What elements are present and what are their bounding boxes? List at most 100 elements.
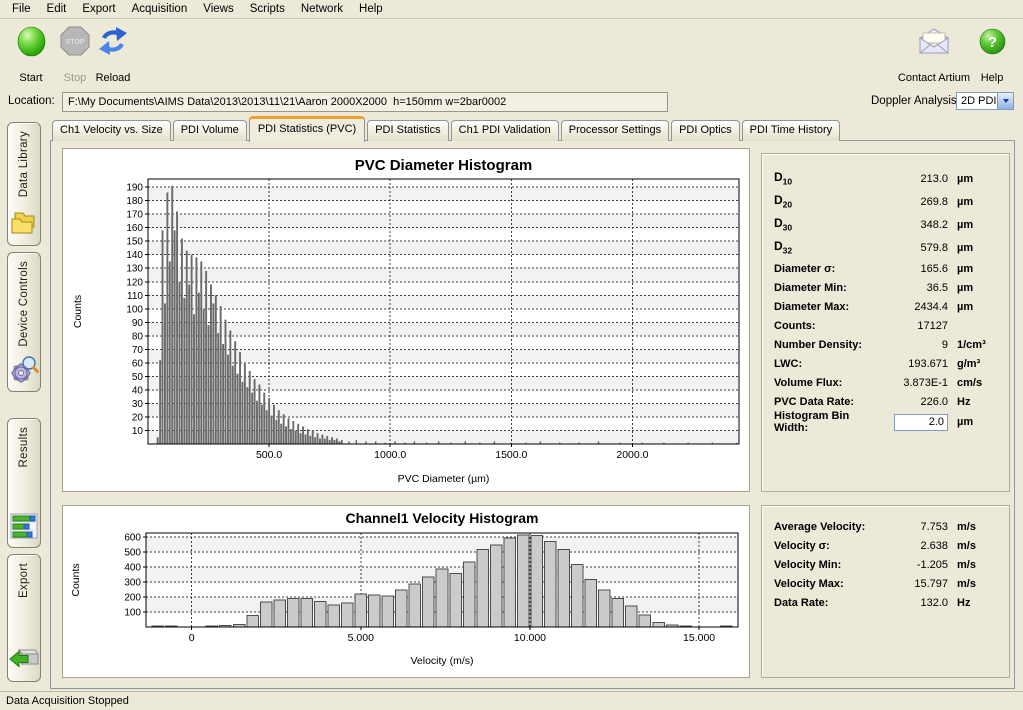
svg-text:STOP: STOP bbox=[66, 39, 85, 46]
pvc-stat-row: Diameter σ:165.6µm bbox=[774, 259, 997, 278]
doppler-analysis-label: Doppler Analysis: bbox=[871, 95, 960, 107]
svg-text:120: 120 bbox=[126, 277, 143, 288]
help-button[interactable]: ?Help bbox=[972, 24, 1012, 84]
chevron-down-icon[interactable] bbox=[997, 93, 1013, 109]
svg-text:170: 170 bbox=[126, 210, 143, 221]
sidebar-item-data-library[interactable]: Data Library bbox=[7, 122, 41, 246]
svg-text:20: 20 bbox=[132, 412, 144, 423]
menu-acquisition[interactable]: Acquisition bbox=[124, 1, 196, 17]
menu-export[interactable]: Export bbox=[74, 1, 123, 17]
tab-pdi-statistics[interactable]: PDI Statistics bbox=[367, 120, 448, 141]
pvc-stat-row: Diameter Max:2434.4µm bbox=[774, 297, 997, 316]
svg-text:30: 30 bbox=[132, 399, 144, 410]
svg-text:5.000: 5.000 bbox=[348, 632, 374, 644]
location-label: Location: bbox=[8, 95, 55, 107]
pvc-stat-row: PVC Data Rate:226.0Hz bbox=[774, 392, 997, 411]
svg-text:160: 160 bbox=[126, 223, 143, 234]
svg-text:150: 150 bbox=[126, 237, 143, 248]
svg-text:50: 50 bbox=[132, 372, 144, 383]
stop-icon: STOP bbox=[60, 24, 90, 58]
svg-text:Counts: Counts bbox=[70, 563, 82, 596]
svg-text:400: 400 bbox=[124, 562, 141, 573]
svg-text:190: 190 bbox=[126, 183, 143, 194]
status-text: Data Acquisition Stopped bbox=[6, 695, 129, 707]
pvc-statistics-panel: D10213.0µmD20269.8µmD30348.2µmD32579.8µm… bbox=[761, 153, 1010, 492]
svg-text:80: 80 bbox=[132, 331, 144, 342]
pvc-stat-row: D10213.0µm bbox=[774, 167, 997, 190]
start-button[interactable]: Start bbox=[8, 24, 54, 84]
pvc-stat-row: Histogram Bin Width:µm bbox=[774, 411, 997, 433]
svg-text:600: 600 bbox=[124, 532, 141, 543]
pvc-stat-row: D20269.8µm bbox=[774, 190, 997, 213]
pvc-stat-row: Counts:17127 bbox=[774, 316, 997, 335]
menu-help[interactable]: Help bbox=[351, 1, 391, 17]
reload-icon bbox=[97, 24, 129, 58]
histogram-bin-width-input[interactable] bbox=[894, 414, 948, 431]
svg-text:110: 110 bbox=[127, 291, 143, 302]
application-window: FileEditExportAcquisitionViewsScriptsNet… bbox=[0, 0, 1023, 710]
pvc-stat-row: Diameter Min:36.5µm bbox=[774, 278, 997, 297]
help-icon: ? bbox=[979, 24, 1006, 58]
velocity-histogram-svg: 10020030040050060005.00010.00015.000Chan… bbox=[63, 506, 749, 677]
status-bar: Data Acquisition Stopped bbox=[0, 691, 1023, 710]
velocity-histogram-chart: 10020030040050060005.00010.00015.000Chan… bbox=[62, 505, 750, 678]
svg-text:1000.0: 1000.0 bbox=[374, 449, 406, 461]
doppler-analysis-dropdown[interactable]: 2D PDI bbox=[956, 92, 1014, 110]
svg-text:100: 100 bbox=[124, 607, 141, 618]
velocity-stat-row: Velocity Min:-1.205m/s bbox=[774, 555, 997, 574]
start-icon bbox=[16, 24, 47, 58]
sidebar-item-export[interactable]: Export bbox=[7, 554, 41, 682]
tab-pdi-statistics-pvc[interactable]: PDI Statistics (PVC) bbox=[249, 116, 365, 142]
menu-network[interactable]: Network bbox=[293, 1, 351, 17]
envelope-icon bbox=[916, 24, 952, 58]
location-input[interactable] bbox=[62, 92, 668, 112]
pvc-stat-row: LWC:193.671g/m³ bbox=[774, 354, 997, 373]
tab-strip: Ch1 Velocity vs. SizePDI VolumePDI Stati… bbox=[52, 116, 840, 141]
tab-pdi-volume[interactable]: PDI Volume bbox=[173, 120, 247, 141]
svg-text:10.000: 10.000 bbox=[514, 632, 546, 644]
velocity-stat-row: Data Rate:132.0Hz bbox=[774, 593, 997, 612]
menu-edit[interactable]: Edit bbox=[39, 1, 75, 17]
menu-bar: FileEditExportAcquisitionViewsScriptsNet… bbox=[0, 0, 1023, 19]
svg-text:100: 100 bbox=[126, 304, 143, 315]
svg-text:500.0: 500.0 bbox=[256, 449, 282, 461]
svg-text:60: 60 bbox=[132, 358, 144, 369]
velocity-stat-row: Velocity σ:2.638m/s bbox=[774, 536, 997, 555]
location-row: Location: Doppler Analysis: 2D PDI bbox=[0, 92, 1023, 112]
menu-file[interactable]: File bbox=[4, 1, 39, 17]
reload-button[interactable]: Reload bbox=[90, 24, 136, 84]
toolbar: StartSTOPStopReloadContact Artium?Help bbox=[0, 20, 1023, 90]
export-arrow-icon bbox=[9, 645, 39, 676]
contact-artium-button[interactable]: Contact Artium bbox=[891, 24, 977, 84]
menu-scripts[interactable]: Scripts bbox=[242, 1, 293, 17]
velocity-statistics-panel: Average Velocity:7.753m/sVelocity σ:2.63… bbox=[761, 505, 1010, 678]
tab-ch1-velocity-vs-size[interactable]: Ch1 Velocity vs. Size bbox=[52, 120, 171, 141]
sidebar-item-results[interactable]: Results bbox=[7, 418, 41, 548]
results-chart-icon bbox=[10, 513, 38, 542]
folders-icon bbox=[9, 209, 39, 240]
pvc-diameter-histogram-chart: 1020304050607080901001101201301401501601… bbox=[62, 148, 750, 492]
tab-pdi-time-history[interactable]: PDI Time History bbox=[742, 120, 841, 141]
menu-views[interactable]: Views bbox=[195, 1, 241, 17]
tab-pdi-optics[interactable]: PDI Optics bbox=[671, 120, 740, 141]
svg-text:?: ? bbox=[987, 34, 996, 51]
pvc-stat-row: Number Density:91/cm³ bbox=[774, 335, 997, 354]
svg-text:500: 500 bbox=[124, 547, 141, 558]
svg-text:70: 70 bbox=[132, 345, 144, 356]
doppler-analysis-value: 2D PDI bbox=[957, 95, 997, 107]
velocity-stat-row: Average Velocity:7.753m/s bbox=[774, 517, 997, 536]
svg-text:0: 0 bbox=[189, 632, 195, 644]
svg-text:90: 90 bbox=[132, 318, 144, 329]
tab-ch1-pdi-validation[interactable]: Ch1 PDI Validation bbox=[451, 120, 559, 141]
svg-text:Velocity (m/s): Velocity (m/s) bbox=[410, 655, 473, 667]
svg-text:Channel1 Velocity Histogram: Channel1 Velocity Histogram bbox=[346, 510, 539, 526]
svg-text:2000.0: 2000.0 bbox=[616, 449, 648, 461]
svg-text:PVC Diameter (µm): PVC Diameter (µm) bbox=[398, 473, 490, 485]
device-controls-icon bbox=[9, 355, 39, 386]
sidebar-item-device-controls[interactable]: Device Controls bbox=[7, 252, 41, 392]
pvc-stat-row: Volume Flux:3.873E-1cm/s bbox=[774, 373, 997, 392]
tab-processor-settings[interactable]: Processor Settings bbox=[561, 120, 669, 141]
svg-text:Counts: Counts bbox=[72, 295, 84, 328]
pvc-stat-row: D32579.8µm bbox=[774, 236, 997, 259]
pvc-stat-row: D30348.2µm bbox=[774, 213, 997, 236]
